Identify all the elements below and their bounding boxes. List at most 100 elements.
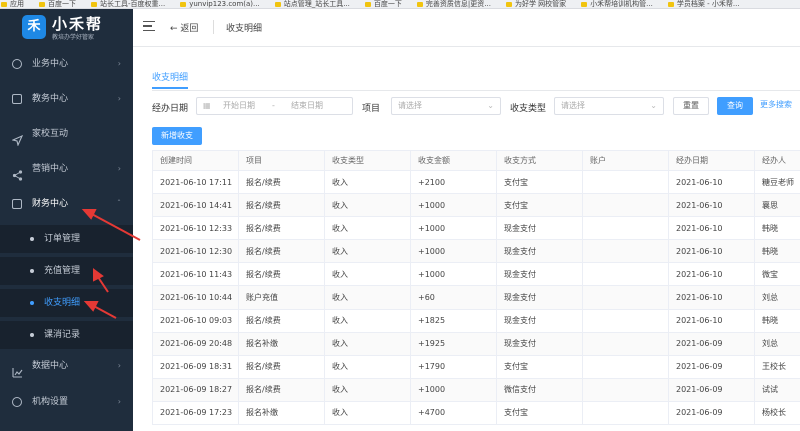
sidebar: 禾 小禾帮 教培办学好管家 业务中心 › 教务中心 › 家校互动 营销中心 › …	[0, 9, 133, 431]
column-header: 经办日期	[668, 150, 755, 171]
table-cell: 2021-06-10	[668, 285, 755, 310]
table-cell: 2021-06-09	[668, 354, 755, 379]
chart-icon	[12, 361, 23, 378]
sidebar-item-label: 教务中心	[32, 94, 69, 104]
table-cell: 报名/续费	[238, 354, 325, 379]
sidebar-item-data[interactable]: 数据中心 ›	[0, 351, 133, 381]
bookmark-item[interactable]: 百度一下	[38, 0, 76, 8]
sidebar-item-academic[interactable]: 教务中心 ›	[0, 84, 133, 114]
sidebar-item-label: 机构设置	[32, 397, 69, 407]
menu-collapse-icon[interactable]	[143, 21, 155, 31]
bullet-icon	[30, 333, 34, 337]
date-range-separator: -	[272, 101, 275, 110]
table-cell: +1925	[410, 331, 497, 356]
breadcrumb: 收支明细	[226, 24, 263, 34]
table-row[interactable]: 2021-06-10 12:33 报名/续费 收入 +1000 现金支付 2021-06-…	[152, 216, 800, 241]
top-bar: ← 返回 收支明细	[133, 9, 800, 47]
table-row[interactable]: 2021-06-10 09:03 报名/续费 收入 +1825 现金支付 2021-06-…	[152, 308, 800, 333]
table-cell: +1000	[410, 262, 497, 287]
table-cell: 报名/续费	[238, 193, 325, 218]
sidebar-subitem-lesson-records[interactable]: 课消记录	[0, 321, 133, 349]
back-button[interactable]: ← 返回	[170, 21, 198, 34]
bookmark-item[interactable]: yunvip123.com(a)...	[179, 0, 260, 8]
query-button[interactable]: 查询	[717, 97, 753, 115]
bookmark-item[interactable]: 学员档案 - 小禾帮...	[667, 0, 740, 8]
add-income-expense-button[interactable]: 新增收支	[152, 127, 202, 145]
table-cell: 2021-06-10	[668, 216, 755, 241]
table-row[interactable]: 2021-06-09 18:31 报名/续费 收入 +1790 支付宝 2021-06-0…	[152, 354, 800, 379]
table-cell: 账户充值	[238, 285, 325, 310]
table-cell	[582, 400, 669, 426]
bookmarks-bar: 应用 百度一下 站长工具-百度权重... yunvip123.com(a)... 站点管…	[0, 0, 800, 9]
sidebar-item-finance[interactable]: 财务中心 ˆ	[0, 189, 133, 219]
sidebar-item-label: 财务中心	[32, 199, 69, 209]
table-row[interactable]: 2021-06-10 10:44 账户充值 收入 +60 现金支付 2021-06-10 刘…	[152, 285, 800, 310]
item-select-placeholder: 请选择	[398, 101, 422, 110]
table-cell	[582, 331, 669, 356]
table-cell: 现金支付	[496, 262, 583, 287]
sidebar-item-marketing[interactable]: 营销中心 ›	[0, 154, 133, 184]
table-cell: 收入	[324, 308, 411, 333]
table-cell	[582, 262, 669, 287]
table-cell: 报名/续费	[238, 377, 325, 402]
table-cell: 刘总	[754, 285, 800, 310]
sidebar-item-settings[interactable]: 机构设置 ›	[0, 387, 133, 417]
table-cell: 现金支付	[496, 239, 583, 264]
table-cell: +1000	[410, 377, 497, 402]
sidebar-item-home-school[interactable]: 家校互动	[0, 119, 133, 149]
table-cell	[582, 216, 669, 241]
table-cell	[582, 354, 669, 379]
table-cell: 韩晓	[754, 216, 800, 241]
chevron-right-icon: ›	[117, 59, 121, 68]
bookmark-item[interactable]: 百度一下	[364, 0, 402, 8]
table-row[interactable]: 2021-06-10 12:30 报名/续费 收入 +1000 现金支付 2021-06-…	[152, 239, 800, 264]
reset-button[interactable]: 重置	[673, 97, 709, 115]
bookmark-item[interactable]: 应用	[0, 0, 24, 8]
table-body: 2021-06-10 17:11 报名/续费 收入 +2100 支付宝 2021-06-1…	[152, 169, 800, 426]
bookmark-item[interactable]: 小禾帮培训机构管...	[580, 0, 653, 8]
bookmark-item[interactable]: 为好学 网校管家	[505, 0, 566, 8]
logo-name: 小禾帮	[52, 15, 104, 33]
book-icon	[12, 94, 22, 104]
table-cell: 2021-06-10	[668, 239, 755, 264]
table-cell: 报名/续费	[238, 239, 325, 264]
table-row[interactable]: 2021-06-10 17:11 报名/续费 收入 +2100 支付宝 2021-06-1…	[152, 169, 800, 195]
table-row[interactable]: 2021-06-09 18:27 报名/续费 收入 +1000 微信支付 2021-06-…	[152, 377, 800, 402]
table-cell: +1000	[410, 239, 497, 264]
table-cell	[582, 193, 669, 218]
type-select[interactable]: 请选择 ⌄	[554, 97, 664, 115]
column-header: 收支方式	[496, 150, 583, 171]
table-cell: +4700	[410, 400, 497, 426]
sidebar-subitem-label: 课消记录	[44, 330, 81, 340]
table-cell: 2021-06-09 18:27	[152, 377, 239, 402]
sidebar-item-label: 业务中心	[32, 59, 69, 69]
sidebar-item-label: 数据中心	[32, 361, 69, 371]
table-row[interactable]: 2021-06-09 17:23 报名补缴 收入 +4700 支付宝 2021-06-09…	[152, 400, 800, 426]
date-range-input[interactable]: ▦ 开始日期 - 结束日期	[196, 97, 353, 115]
bookmark-item[interactable]: 站长工具-百度权重...	[90, 0, 165, 8]
sidebar-subitem-orders[interactable]: 订单管理	[0, 225, 133, 253]
bookmark-item[interactable]: 站点管理_站长工具...	[274, 0, 350, 8]
sidebar-subitem-recharge[interactable]: 充值管理	[0, 257, 133, 285]
table-row[interactable]: 2021-06-10 14:41 报名/续费 收入 +1000 支付宝 2021-06-1…	[152, 193, 800, 218]
item-filter-label: 项目	[362, 104, 381, 114]
table-row[interactable]: 2021-06-10 11:43 报名/续费 收入 +1000 现金支付 2021-06-…	[152, 262, 800, 287]
table-cell: 2021-06-10	[668, 193, 755, 218]
finance-icon	[12, 199, 22, 209]
item-select[interactable]: 请选择 ⌄	[391, 97, 501, 115]
table-cell: 微信支付	[496, 377, 583, 402]
table-cell: +1825	[410, 308, 497, 333]
more-search-link[interactable]: 更多搜索	[760, 97, 800, 115]
start-date-placeholder: 开始日期	[223, 101, 255, 110]
divider	[213, 20, 214, 34]
table-cell: 2021-06-10 12:33	[152, 216, 239, 241]
sidebar-item-business[interactable]: 业务中心 ›	[0, 49, 133, 79]
table-cell: 杨校长	[754, 400, 800, 426]
chevron-right-icon: ›	[117, 397, 121, 406]
table-row[interactable]: 2021-06-09 20:48 报名补缴 收入 +1925 现金支付 2021-06-0…	[152, 331, 800, 356]
table-cell: 收入	[324, 400, 411, 426]
sidebar-subitem-income-expense[interactable]: 收支明细	[0, 289, 133, 317]
tab-income-expense[interactable]: 收支明细	[152, 70, 189, 89]
bookmark-item[interactable]: 完善资质信息|更资...	[416, 0, 491, 8]
table-cell: 收入	[324, 239, 411, 264]
